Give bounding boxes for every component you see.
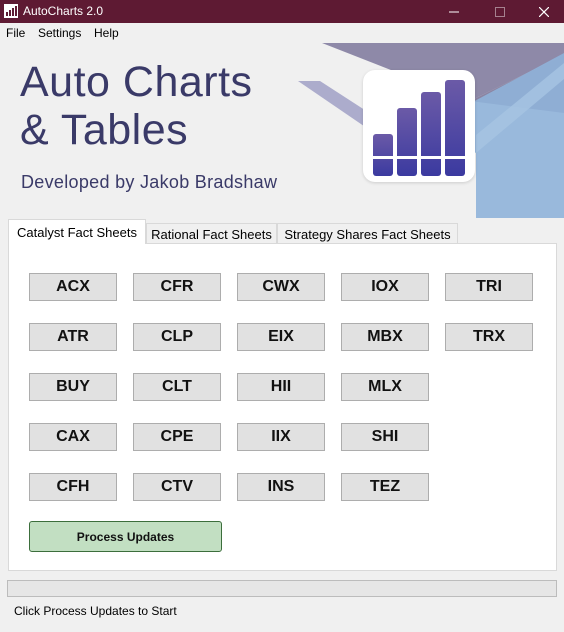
ticker-button-mbx[interactable]: MBX	[341, 323, 429, 351]
menu-help[interactable]: Help	[94, 26, 119, 40]
ticker-button-tez[interactable]: TEZ	[341, 473, 429, 501]
ticker-button-mlx[interactable]: MLX	[341, 373, 429, 401]
ticker-button-cax[interactable]: CAX	[29, 423, 117, 451]
window-title: AutoCharts 2.0	[23, 4, 104, 18]
ticker-button-cfr[interactable]: CFR	[133, 273, 221, 301]
catalyst-tab-panel: ACX CFR CWX IOX TRI ATR CLP EIX MBX TRX …	[8, 243, 557, 571]
ticker-button-shi[interactable]: SHI	[341, 423, 429, 451]
title-bar: AutoCharts 2.0	[0, 0, 564, 23]
maximize-icon	[495, 6, 505, 17]
minimize-button[interactable]	[432, 0, 476, 23]
menu-settings[interactable]: Settings	[38, 26, 81, 40]
close-button[interactable]	[522, 0, 564, 23]
ticker-button-cfh[interactable]: CFH	[29, 473, 117, 501]
ticker-button-ctv[interactable]: CTV	[133, 473, 221, 501]
close-icon	[539, 6, 549, 17]
ticker-button-acx[interactable]: ACX	[29, 273, 117, 301]
ticker-button-hii[interactable]: HII	[237, 373, 325, 401]
minimize-icon	[449, 11, 459, 12]
ticker-button-clp[interactable]: CLP	[133, 323, 221, 351]
app-heading-line2: & Tables	[20, 106, 189, 154]
logo	[363, 70, 475, 182]
ticker-button-trx[interactable]: TRX	[445, 323, 533, 351]
ticker-button-buy[interactable]: BUY	[29, 373, 117, 401]
menu-bar: File Settings Help	[0, 23, 564, 43]
ticker-button-ins[interactable]: INS	[237, 473, 325, 501]
tab-rational-fact-sheets[interactable]: Rational Fact Sheets	[146, 223, 277, 244]
bar-chart-logo-icon	[371, 80, 467, 176]
menu-file[interactable]: File	[6, 26, 25, 40]
ticker-button-atr[interactable]: ATR	[29, 323, 117, 351]
maximize-button[interactable]	[478, 0, 522, 23]
ticker-button-clt[interactable]: CLT	[133, 373, 221, 401]
app-heading-line1: Auto Charts	[20, 58, 253, 106]
ticker-button-tri[interactable]: TRI	[445, 273, 533, 301]
status-text: Click Process Updates to Start	[14, 604, 177, 618]
tab-catalyst-fact-sheets[interactable]: Catalyst Fact Sheets	[8, 219, 146, 244]
tab-strategy-shares-fact-sheets[interactable]: Strategy Shares Fact Sheets	[277, 223, 458, 244]
ticker-button-eix[interactable]: EIX	[237, 323, 325, 351]
developer-credit: Developed by Jakob Bradshaw	[21, 172, 278, 192]
progress-bar	[7, 580, 557, 597]
header-banner: Auto Charts & Tables Developed by Jakob …	[0, 43, 564, 218]
ticker-button-cpe[interactable]: CPE	[133, 423, 221, 451]
process-updates-button[interactable]: Process Updates	[29, 521, 222, 552]
app-icon	[4, 4, 18, 18]
ticker-button-iix[interactable]: IIX	[237, 423, 325, 451]
ticker-button-cwx[interactable]: CWX	[237, 273, 325, 301]
ticker-button-iox[interactable]: IOX	[341, 273, 429, 301]
